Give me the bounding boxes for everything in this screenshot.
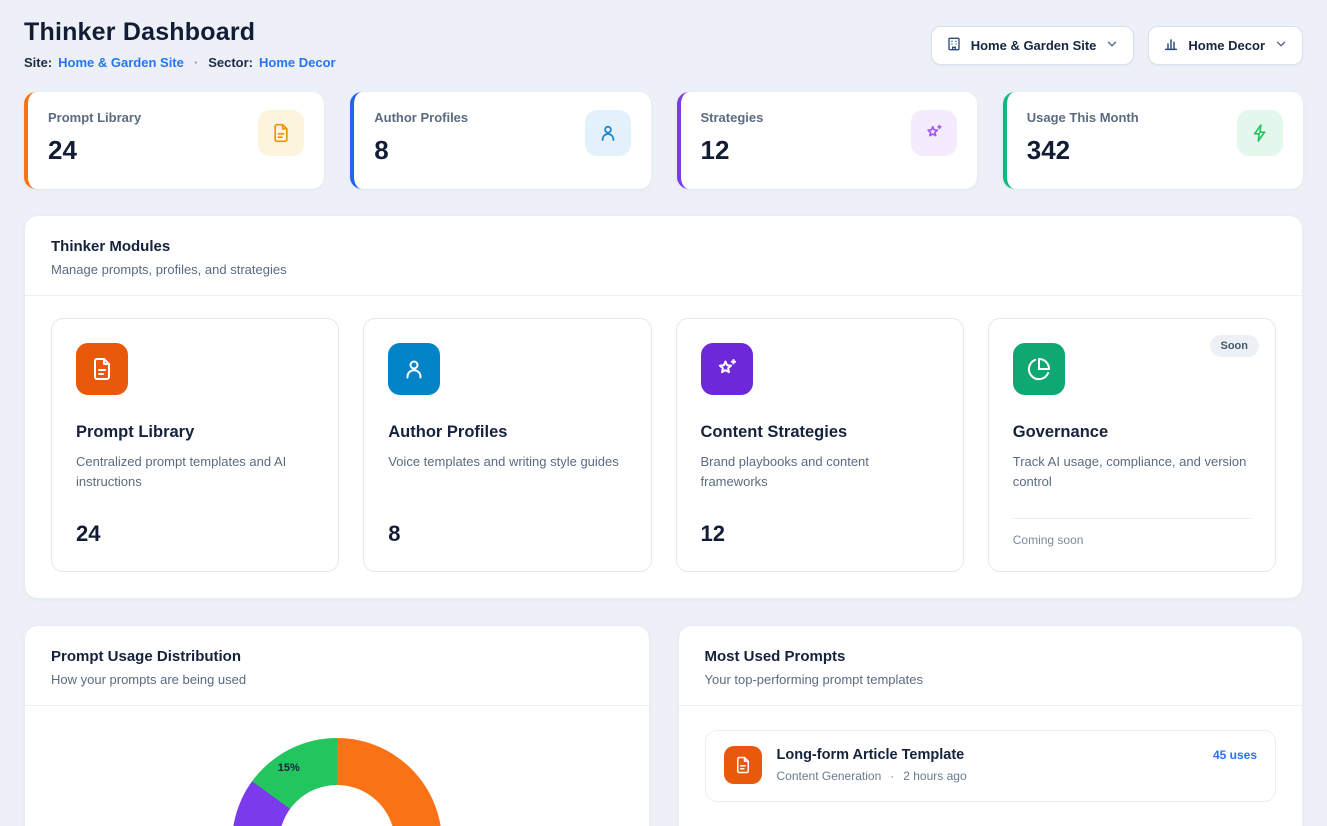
module-count: 8 <box>388 505 626 547</box>
building-icon <box>946 36 962 55</box>
module-count: 24 <box>76 505 314 547</box>
sector-selector-dropdown[interactable]: Home Decor <box>1148 26 1303 65</box>
stat-value: 12 <box>701 135 764 166</box>
bar-chart-icon <box>1163 36 1179 55</box>
modules-title: Thinker Modules <box>51 238 1276 255</box>
user-icon <box>585 110 631 156</box>
stat-card-usage[interactable]: Usage This Month 342 <box>1003 92 1303 189</box>
breadcrumb-separator: · <box>194 55 198 70</box>
most-used-header: Most Used Prompts Your top-performing pr… <box>679 626 1303 705</box>
sparkle-star-icon <box>701 343 753 395</box>
module-card-content-strategies[interactable]: Content Strategies Brand playbooks and c… <box>676 318 964 572</box>
document-icon <box>724 746 762 784</box>
module-description: Voice templates and writing style guides <box>388 452 626 472</box>
document-icon <box>258 110 304 156</box>
most-used-prompts-card: Most Used Prompts Your top-performing pr… <box>678 625 1304 826</box>
stat-text: Usage This Month 342 <box>1027 110 1139 166</box>
pie-chart-icon <box>1013 343 1065 395</box>
stat-text: Author Profiles 8 <box>374 110 468 166</box>
most-used-subtitle: Your top-performing prompt templates <box>705 672 1277 687</box>
stat-value: 8 <box>374 135 468 166</box>
stat-label: Author Profiles <box>374 110 468 125</box>
header-selectors: Home & Garden Site Home Decor <box>931 26 1303 65</box>
module-title: Content Strategies <box>701 423 939 442</box>
stat-value: 24 <box>48 135 141 166</box>
site-label: Site: <box>24 55 52 70</box>
coming-soon-label: Coming soon <box>1013 518 1251 547</box>
prompt-item-category: Content Generation <box>777 769 882 783</box>
module-count: 12 <box>701 505 939 547</box>
module-card-governance[interactable]: Soon Governance Track AI usage, complian… <box>988 318 1276 572</box>
modules-panel-header: Thinker Modules Manage prompts, profiles… <box>25 216 1302 295</box>
site-selector-dropdown[interactable]: Home & Garden Site <box>931 26 1135 65</box>
site-link[interactable]: Home & Garden Site <box>58 55 184 70</box>
document-icon <box>76 343 128 395</box>
prompt-item-title: Long-form Article Template <box>777 747 967 763</box>
sector-selector-label: Home Decor <box>1188 38 1265 53</box>
stat-label: Usage This Month <box>1027 110 1139 125</box>
stat-card-prompt-library[interactable]: Prompt Library 24 <box>24 92 324 189</box>
stat-card-author-profiles[interactable]: Author Profiles 8 <box>350 92 650 189</box>
list-item-long-form-article[interactable]: Long-form Article Template Content Gener… <box>705 730 1277 802</box>
page-title: Thinker Dashboard <box>24 18 336 47</box>
most-used-title: Most Used Prompts <box>705 648 1277 665</box>
sector-label: Sector: <box>208 55 253 70</box>
module-title: Prompt Library <box>76 423 314 442</box>
prompt-usage-card: Prompt Usage Distribution How your promp… <box>24 625 650 826</box>
user-icon <box>388 343 440 395</box>
soon-badge: Soon <box>1210 335 1260 357</box>
lightning-icon <box>1237 110 1283 156</box>
prompt-item-text: Long-form Article Template Content Gener… <box>777 747 967 783</box>
stat-label: Strategies <box>701 110 764 125</box>
site-selector-label: Home & Garden Site <box>971 38 1097 53</box>
header-titles: Thinker Dashboard Site: Home & Garden Si… <box>24 18 336 70</box>
chevron-down-icon <box>1274 37 1288 54</box>
module-card-author-profiles[interactable]: Author Profiles Voice templates and writ… <box>363 318 651 572</box>
sparkle-star-icon <box>911 110 957 156</box>
prompt-item-meta: Content Generation · 2 hours ago <box>777 769 967 783</box>
page-header: Thinker Dashboard Site: Home & Garden Si… <box>24 18 1303 70</box>
usage-donut[interactable]: 15% <box>232 738 442 826</box>
usage-card-header: Prompt Usage Distribution How your promp… <box>25 626 649 705</box>
prompt-list: Long-form Article Template Content Gener… <box>679 706 1303 826</box>
dashboard-page: Thinker Dashboard Site: Home & Garden Si… <box>0 0 1327 826</box>
bottom-row: Prompt Usage Distribution How your promp… <box>24 625 1303 826</box>
sector-link[interactable]: Home Decor <box>259 55 336 70</box>
chevron-down-icon <box>1105 37 1119 54</box>
module-description: Centralized prompt templates and AI inst… <box>76 452 314 492</box>
usage-title: Prompt Usage Distribution <box>51 648 623 665</box>
modules-grid: Prompt Library Centralized prompt templa… <box>25 296 1302 598</box>
meta-separator: · <box>890 769 894 783</box>
breadcrumb: Site: Home & Garden Site · Sector: Home … <box>24 55 336 70</box>
modules-subtitle: Manage prompts, profiles, and strategies <box>51 262 1276 277</box>
stat-text: Strategies 12 <box>701 110 764 166</box>
donut-segment-label: 15% <box>278 762 300 774</box>
stat-label: Prompt Library <box>48 110 141 125</box>
module-title: Author Profiles <box>388 423 626 442</box>
usage-subtitle: How your prompts are being used <box>51 672 623 687</box>
module-description: Brand playbooks and content frameworks <box>701 452 939 492</box>
module-title: Governance <box>1013 423 1251 442</box>
stat-text: Prompt Library 24 <box>48 110 141 166</box>
stat-value: 342 <box>1027 135 1139 166</box>
usage-chart-area: 15% <box>25 706 649 826</box>
prompt-item-time: 2 hours ago <box>903 769 966 783</box>
module-card-prompt-library[interactable]: Prompt Library Centralized prompt templa… <box>51 318 339 572</box>
stats-row: Prompt Library 24 Author Profiles 8 Stra… <box>24 92 1303 189</box>
stat-card-strategies[interactable]: Strategies 12 <box>677 92 977 189</box>
thinker-modules-panel: Thinker Modules Manage prompts, profiles… <box>24 215 1303 599</box>
uses-badge: 45 uses <box>1213 748 1257 762</box>
module-description: Track AI usage, compliance, and version … <box>1013 452 1251 492</box>
